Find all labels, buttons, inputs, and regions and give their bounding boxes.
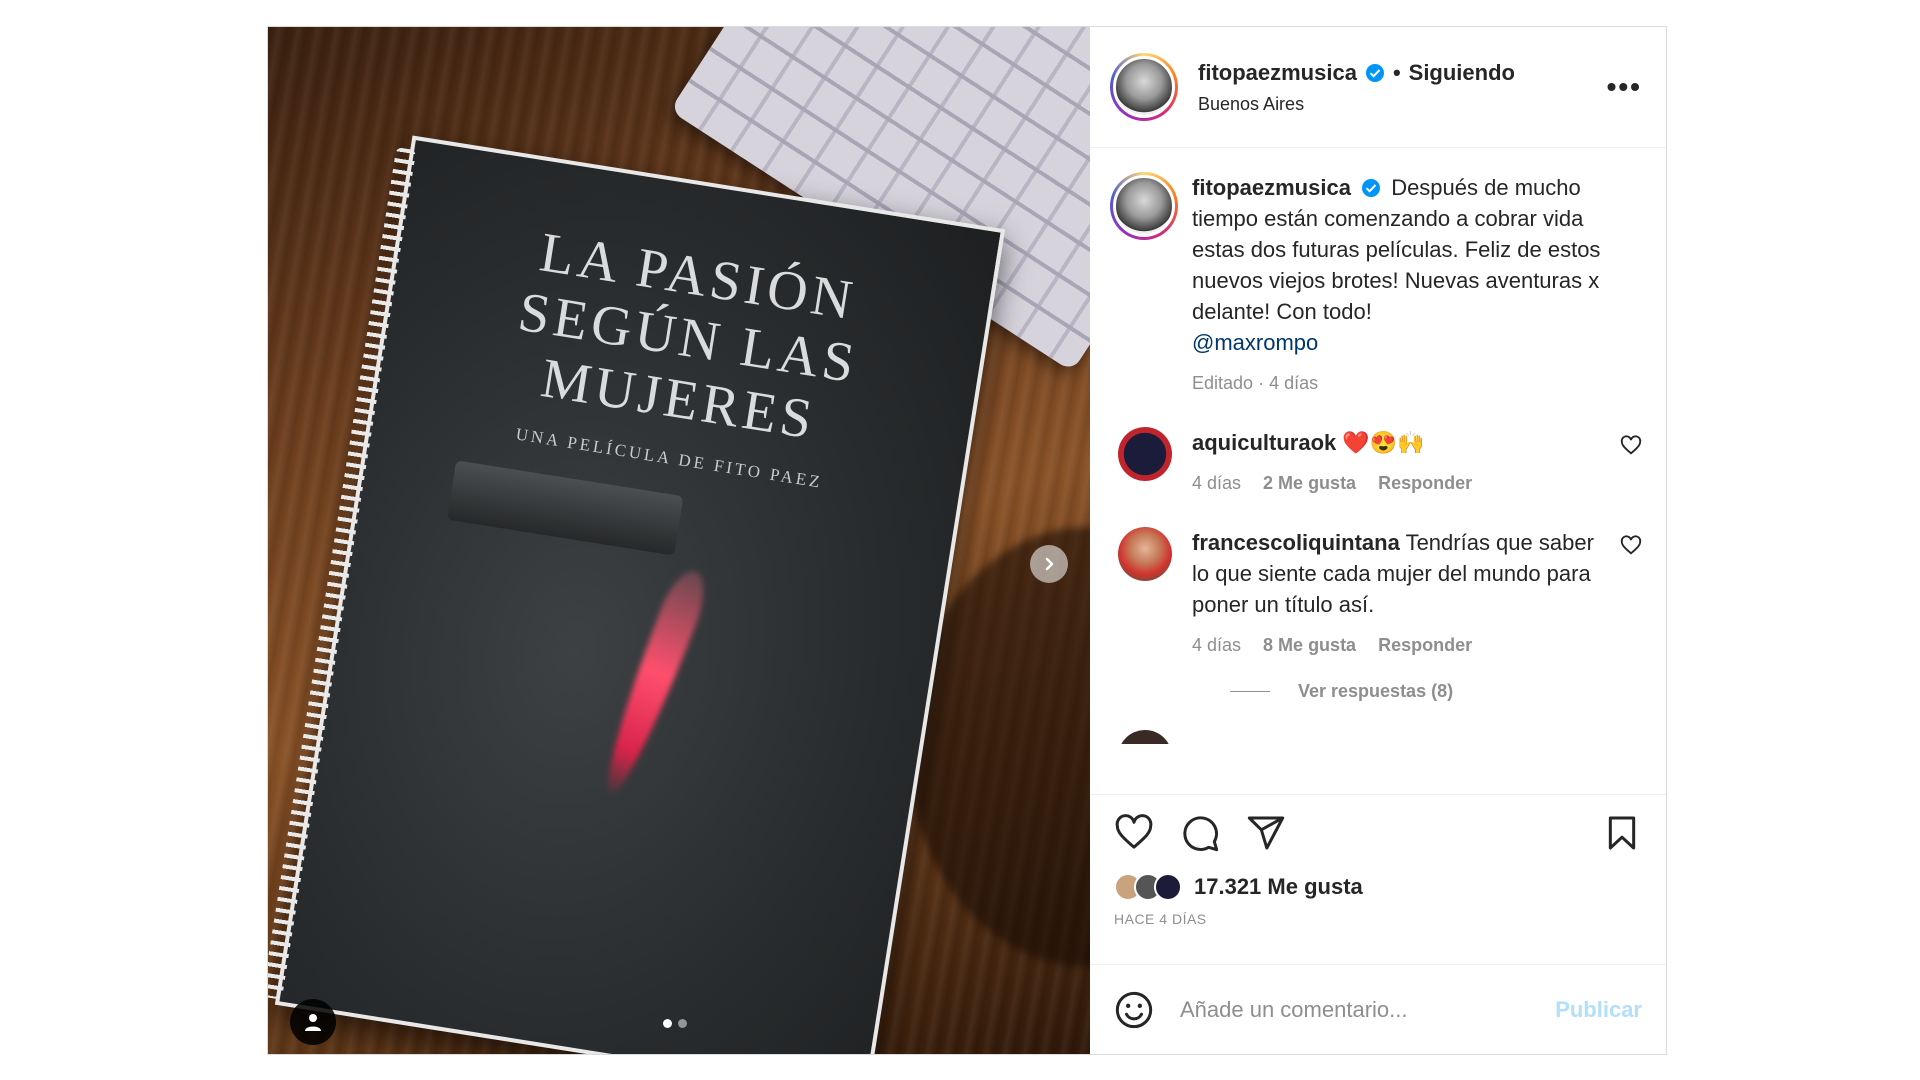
action-icons xyxy=(1114,813,1642,853)
caption-time[interactable]: 4 días xyxy=(1269,368,1318,399)
meta-dot: · xyxy=(1253,373,1270,393)
comment-body: francescoliquintana Tendrías que saber l… xyxy=(1192,527,1602,661)
caption-meta: Editado · 4 días xyxy=(1192,368,1642,399)
carousel-indicator xyxy=(663,1019,687,1028)
verified-badge-icon xyxy=(1362,179,1381,197)
separator: • xyxy=(1392,59,1401,85)
liker-avatar xyxy=(1154,873,1182,901)
carousel-dot xyxy=(678,1019,687,1028)
caption-story-ring[interactable] xyxy=(1110,172,1178,240)
header-line: fitopaezmusica • Siguiendo xyxy=(1198,60,1607,86)
caption-username[interactable]: fitopaezmusica xyxy=(1192,175,1351,200)
location-link[interactable]: Buenos Aires xyxy=(1198,94,1607,115)
comment-likes[interactable]: 8 Me gusta xyxy=(1263,630,1356,661)
like-heart-icon[interactable] xyxy=(1114,813,1154,853)
lighter-image xyxy=(446,460,684,556)
post-side-panel: fitopaezmusica • Siguiendo Buenos Aires … xyxy=(1090,27,1666,1054)
comment-time[interactable]: 4 días xyxy=(1192,630,1241,661)
caption-body: fitopaezmusica Después de mucho tiempo e… xyxy=(1192,172,1642,399)
comment-composer: Publicar xyxy=(1090,964,1666,1054)
comment-username[interactable]: francescoliquintana xyxy=(1192,530,1400,555)
comments-list[interactable]: fitopaezmusica Después de mucho tiempo e… xyxy=(1090,148,1666,794)
avatar xyxy=(1113,175,1175,237)
likes-count[interactable]: 17.321 Me gusta xyxy=(1194,874,1363,900)
following-button[interactable]: Siguiendo xyxy=(1409,60,1515,86)
commenter-avatar[interactable] xyxy=(1118,730,1172,744)
replies-divider xyxy=(1230,691,1270,692)
save-bookmark-icon[interactable] xyxy=(1602,813,1642,853)
reply-button[interactable]: Responder xyxy=(1378,630,1472,661)
share-paper-plane-icon[interactable] xyxy=(1246,813,1286,853)
comment-time[interactable]: 4 días xyxy=(1192,468,1241,499)
comment-input[interactable] xyxy=(1180,996,1556,1023)
post-date[interactable]: HACE 4 DÍAS xyxy=(1114,911,1642,927)
tagged-users-button[interactable] xyxy=(290,999,336,1045)
header-text: fitopaezmusica • Siguiendo Buenos Aires xyxy=(1198,60,1607,115)
like-comment-heart-icon[interactable] xyxy=(1620,535,1642,557)
comment-item: francescoliquintana Tendrías que saber l… xyxy=(1110,527,1642,661)
comment-meta: 4 días 2 Me gusta Responder xyxy=(1192,468,1602,499)
story-ring[interactable] xyxy=(1110,53,1178,121)
comment-meta: 4 días 8 Me gusta Responder xyxy=(1192,630,1602,661)
instagram-post: LA PASIÓN SEGÚN LAS MUJERES UNA PELÍCULA… xyxy=(267,26,1667,1055)
emoji-icon[interactable] xyxy=(1114,990,1154,1030)
comment-body: aquiculturaok ❤️😍🙌 4 días 2 Me gusta Res… xyxy=(1192,427,1602,499)
comment-item: aquiculturaok ❤️😍🙌 4 días 2 Me gusta Res… xyxy=(1110,427,1642,499)
publish-button[interactable]: Publicar xyxy=(1555,997,1642,1023)
view-replies-label: Ver respuestas (8) xyxy=(1298,681,1454,701)
comment-text: ❤️😍🙌 xyxy=(1342,430,1425,455)
commenter-avatar[interactable] xyxy=(1118,527,1172,581)
carousel-next-button[interactable] xyxy=(1030,545,1068,583)
carousel-dot-active xyxy=(663,1019,672,1028)
like-comment-heart-icon[interactable] xyxy=(1620,435,1642,457)
more-options-icon[interactable]: ••• xyxy=(1607,71,1642,103)
post-header: fitopaezmusica • Siguiendo Buenos Aires … xyxy=(1090,27,1666,148)
chevron-right-icon xyxy=(1045,557,1054,571)
comment-likes[interactable]: 2 Me gusta xyxy=(1263,468,1356,499)
avatar xyxy=(1113,56,1175,118)
comment-item-partial xyxy=(1110,730,1642,744)
verified-badge-icon xyxy=(1365,63,1384,82)
post-media[interactable]: LA PASIÓN SEGÚN LAS MUJERES UNA PELÍCULA… xyxy=(268,27,1090,1054)
user-icon xyxy=(305,1014,321,1031)
reply-button[interactable]: Responder xyxy=(1378,468,1472,499)
comment-bubble-icon[interactable] xyxy=(1180,813,1220,853)
comment-username[interactable]: aquiculturaok xyxy=(1192,430,1336,455)
likes-row: 17.321 Me gusta xyxy=(1114,873,1642,901)
mention-link[interactable]: @maxrompo xyxy=(1192,330,1318,355)
commenter-avatar[interactable] xyxy=(1118,427,1172,481)
action-bar: 17.321 Me gusta HACE 4 DÍAS xyxy=(1090,794,1666,964)
flame-image xyxy=(591,564,714,803)
caption: fitopaezmusica Después de mucho tiempo e… xyxy=(1110,172,1642,399)
view-replies-button[interactable]: Ver respuestas (8) xyxy=(1230,681,1642,702)
script-book: LA PASIÓN SEGÚN LAS MUJERES UNA PELÍCULA… xyxy=(268,135,1006,1054)
author-username[interactable]: fitopaezmusica xyxy=(1198,60,1357,86)
edited-label: Editado xyxy=(1192,373,1254,393)
